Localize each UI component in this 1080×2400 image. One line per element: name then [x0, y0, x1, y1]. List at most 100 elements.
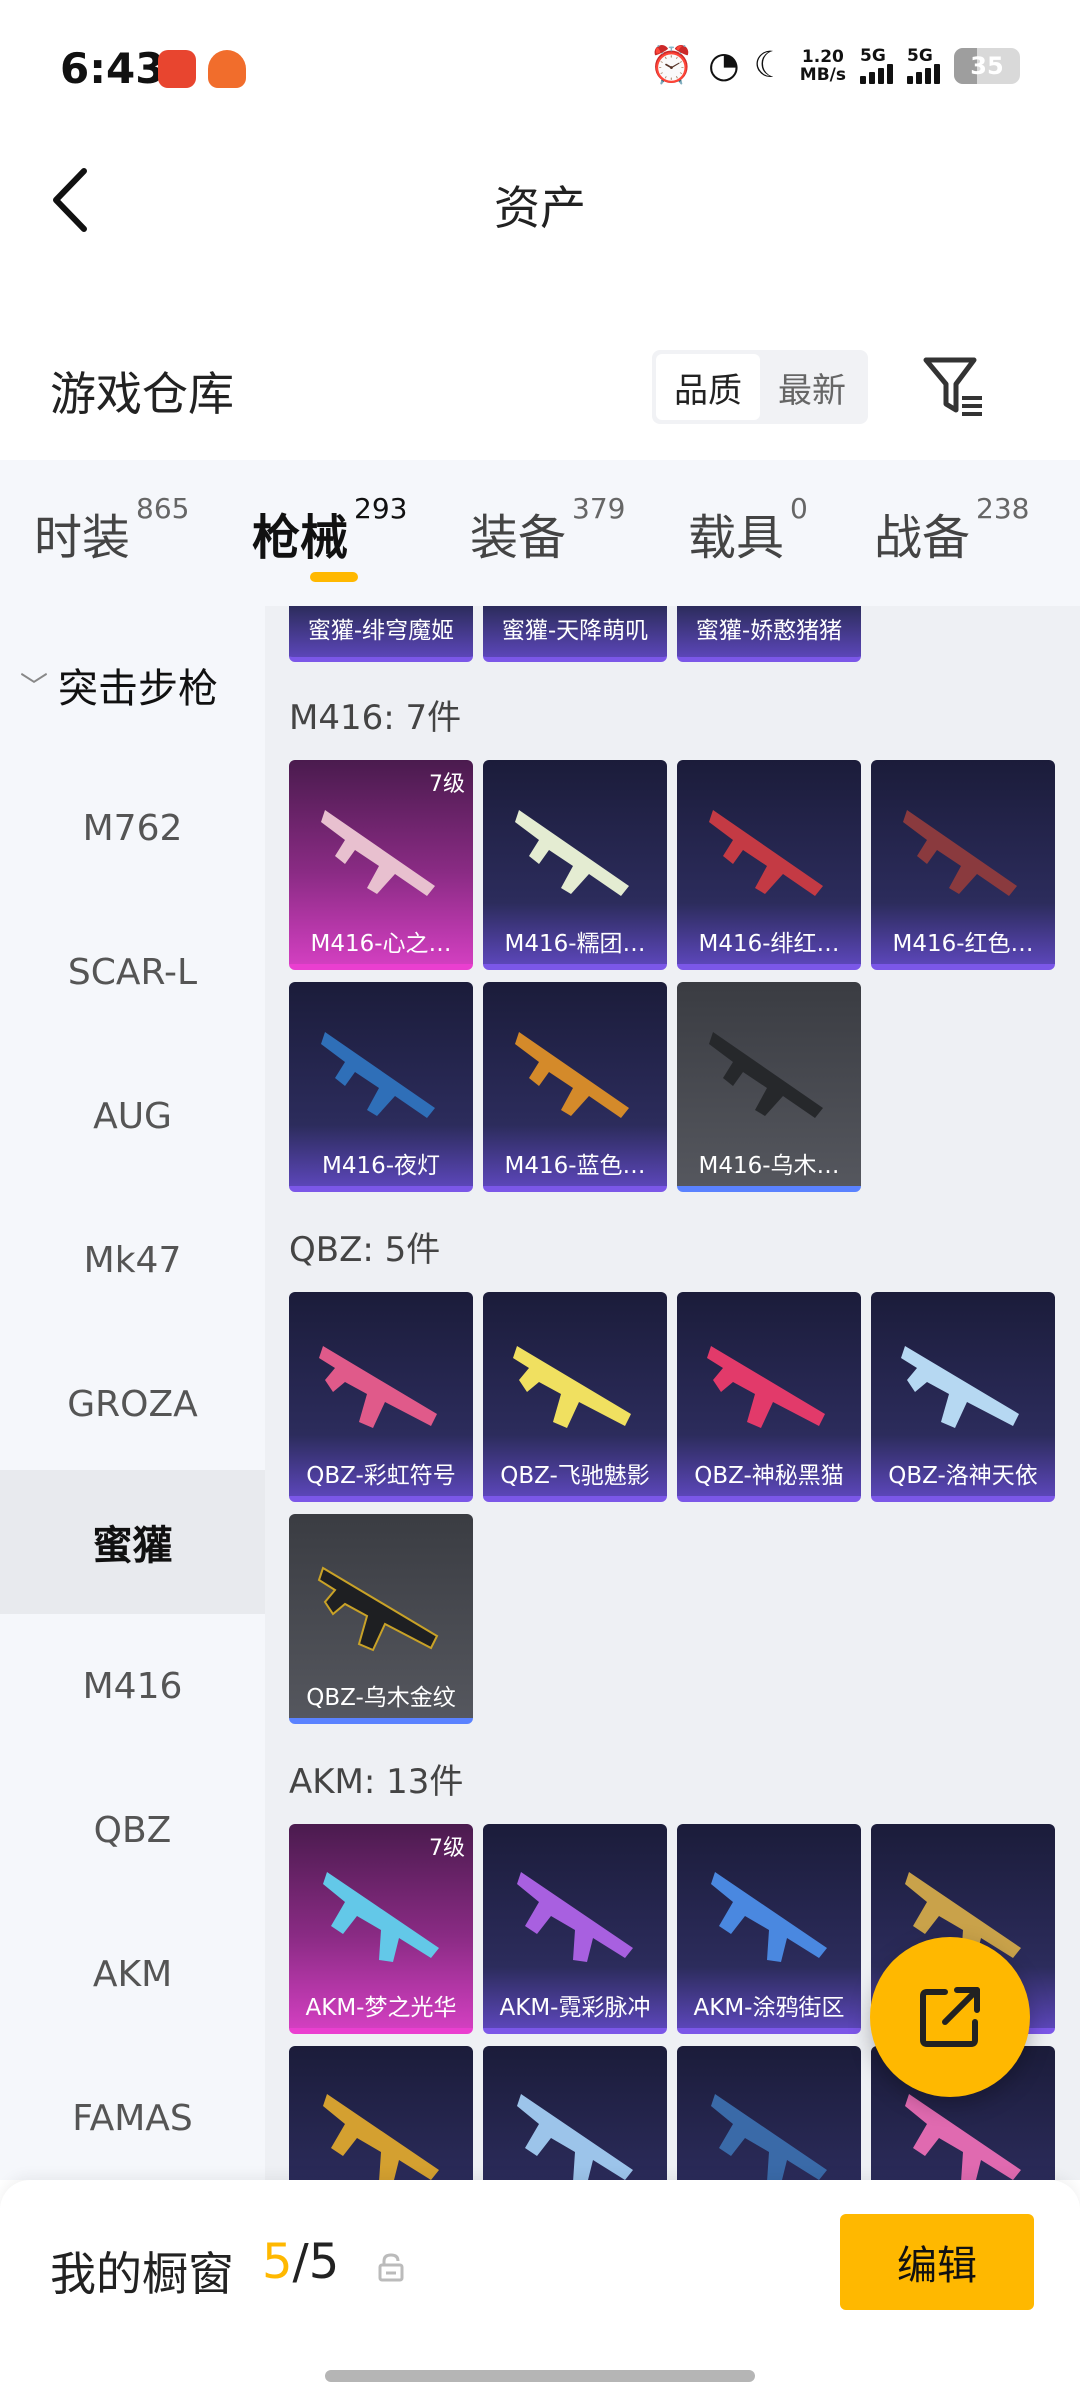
weapon-card-name: M416-糯团…: [504, 931, 646, 957]
battery-level: 35: [970, 52, 1004, 80]
rifle-icon: [515, 810, 629, 896]
weapon-card[interactable]: AKM-涂鸦街区: [677, 1824, 861, 2034]
sidebar-item-qbz[interactable]: QBZ: [0, 1758, 265, 1902]
status-time: 6:43: [60, 44, 165, 93]
rifle-icon: [513, 1346, 631, 1428]
tab-vehicles[interactable]: 载具0: [688, 492, 808, 568]
tab-label: 载具: [688, 510, 785, 566]
sidebar-item-akm[interactable]: AKM: [0, 1902, 265, 2046]
weapon-card[interactable]: 7级 M416-心之…: [289, 760, 473, 970]
weapon-card-name: M416-绯红…: [698, 931, 840, 957]
weapon-card-name: AKM-梦之光华: [305, 1995, 457, 2021]
warehouse-title: 游戏仓库: [50, 367, 234, 421]
tab-equipment[interactable]: 装备379: [470, 492, 625, 568]
sidebar-item-aug[interactable]: AUG: [0, 1044, 265, 1188]
showcase-separator: /: [292, 2234, 309, 2290]
rifle-icon: [517, 1872, 633, 1962]
sim2-label: 5G: [907, 46, 933, 66]
tab-label: 战备: [874, 510, 971, 566]
rifle-icon: [515, 1032, 629, 1118]
weapon-card[interactable]: 7级 AKM-梦之光华: [289, 1824, 473, 2034]
sidebar-item-groza[interactable]: GROZA: [0, 1332, 265, 1476]
weapon-card[interactable]: M416-乌木…: [677, 982, 861, 1192]
sort-option-latest[interactable]: 最新: [760, 354, 864, 420]
sort-toggle: 品质 最新: [652, 350, 868, 424]
tab-fashion[interactable]: 时装865: [34, 492, 189, 568]
sim1-label: 5G: [860, 46, 886, 66]
sidebar-item-m762[interactable]: M762: [0, 756, 265, 900]
weapon-card-name: QBZ-彩虹符号: [306, 1463, 456, 1489]
group-label-qbz: QBZ: 5件: [289, 1230, 441, 1270]
status-indicators: ⏰ ◔ ☾ 1.20 MB/s 5G 5G 35: [649, 46, 1020, 86]
page-title: 资产: [494, 181, 586, 235]
rifle-icon: [711, 1872, 827, 1962]
edit-button[interactable]: 编辑: [840, 2214, 1034, 2310]
battery-icon: 35: [954, 48, 1020, 84]
weapon-card-name: AKM-涂鸦街区: [693, 1995, 845, 2021]
sidebar-item-m416[interactable]: M416: [0, 1614, 265, 1758]
showcase-bar: 我的橱窗 5/5 编辑: [0, 2180, 1080, 2400]
weapon-card-name: QBZ-洛神天依: [888, 1463, 1038, 1489]
weapon-card[interactable]: QBZ-乌木金纹: [289, 1514, 473, 1724]
sidebar-item-honey-badger[interactable]: 蜜獾: [0, 1470, 265, 1614]
weapon-card[interactable]: QBZ-飞驰魅影: [483, 1292, 667, 1502]
tab-label: 时装: [34, 510, 131, 566]
weapon-card[interactable]: [289, 2046, 473, 2180]
sidebar-section-label: 突击步枪: [58, 666, 219, 712]
rifle-icon: [323, 2094, 439, 2180]
app-notification-icon: [158, 50, 196, 88]
sidebar-item-famas[interactable]: FAMAS: [0, 2046, 265, 2180]
rifle-icon: [321, 1032, 435, 1118]
weapon-card[interactable]: AKM-霓彩脉冲: [483, 1824, 667, 2034]
tab-label: 枪械: [252, 510, 349, 566]
weapon-card[interactable]: 蜜獾-天降萌叽: [483, 606, 667, 662]
chevron-down-icon: ﹀: [20, 670, 49, 703]
filter-button[interactable]: [920, 352, 990, 422]
tab-combat-supplies[interactable]: 战备238: [874, 492, 1029, 568]
rifle-icon: [323, 1872, 439, 1962]
weapon-card[interactable]: 蜜獾-绯穹魔姬: [289, 606, 473, 662]
weapon-card-name: M416-乌木…: [698, 1153, 840, 1179]
rifle-icon: [517, 2094, 633, 2180]
showcase-total: 5: [308, 2234, 340, 2290]
weapon-card-name: M416-蓝色…: [504, 1153, 646, 1179]
weapon-card-name: M416-心之…: [310, 931, 452, 957]
tab-count: 0: [790, 492, 808, 525]
lock-icon: [378, 2253, 404, 2282]
weapon-card[interactable]: QBZ-神秘黑猫: [677, 1292, 861, 1502]
weapon-card-name: QBZ-神秘黑猫: [694, 1463, 844, 1489]
rifle-icon: [711, 2094, 827, 2180]
sidebar-item-scar-l[interactable]: SCAR-L: [0, 900, 265, 1044]
weapon-card-level: 7级: [429, 772, 465, 797]
weapon-card[interactable]: M416-蓝色…: [483, 982, 667, 1192]
tab-firearms[interactable]: 枪械293: [252, 492, 407, 568]
sidebar-section-header[interactable]: ﹀ 突击步枪: [20, 656, 218, 714]
weapon-card[interactable]: 蜜獾-娇憨猪猪: [677, 606, 861, 662]
home-indicator[interactable]: [325, 2370, 755, 2382]
weapon-card[interactable]: M416-糯团…: [483, 760, 667, 970]
network-speed: 1.20 MB/s: [800, 48, 846, 84]
share-button[interactable]: [870, 1937, 1030, 2097]
weapon-card-name: QBZ-乌木金纹: [306, 1685, 456, 1711]
moon-icon: ☾: [753, 45, 786, 86]
weapon-card[interactable]: QBZ-彩虹符号: [289, 1292, 473, 1502]
rifle-icon: [903, 810, 1017, 896]
weapon-card-name: M416-红色…: [892, 931, 1034, 957]
sort-option-quality[interactable]: 品质: [656, 354, 760, 420]
rifle-icon: [707, 1346, 825, 1428]
group-label-akm: AKM: 13件: [289, 1762, 464, 1802]
weapon-card[interactable]: [483, 2046, 667, 2180]
showcase-label: 我的橱窗: [50, 2247, 234, 2301]
weapon-card[interactable]: M416-夜灯: [289, 982, 473, 1192]
weapon-sidebar: ﹀ 突击步枪 M762 SCAR-L AUG Mk47 GROZA 蜜獾 M41…: [0, 606, 265, 2180]
weapon-card-name: 蜜獾-绯穹魔姬: [307, 618, 455, 644]
weapon-card[interactable]: QBZ-洛神天依: [871, 1292, 1055, 1502]
weapon-card[interactable]: [677, 2046, 861, 2180]
weapon-card[interactable]: M416-绯红…: [677, 760, 861, 970]
weapon-card[interactable]: M416-红色…: [871, 760, 1055, 970]
network-speed-unit: MB/s: [799, 65, 846, 85]
app-header: 资产: [0, 130, 1080, 270]
tab-count: 238: [976, 492, 1030, 525]
showcase-used: 5: [262, 2234, 293, 2290]
sidebar-item-mk47[interactable]: Mk47: [0, 1188, 265, 1332]
